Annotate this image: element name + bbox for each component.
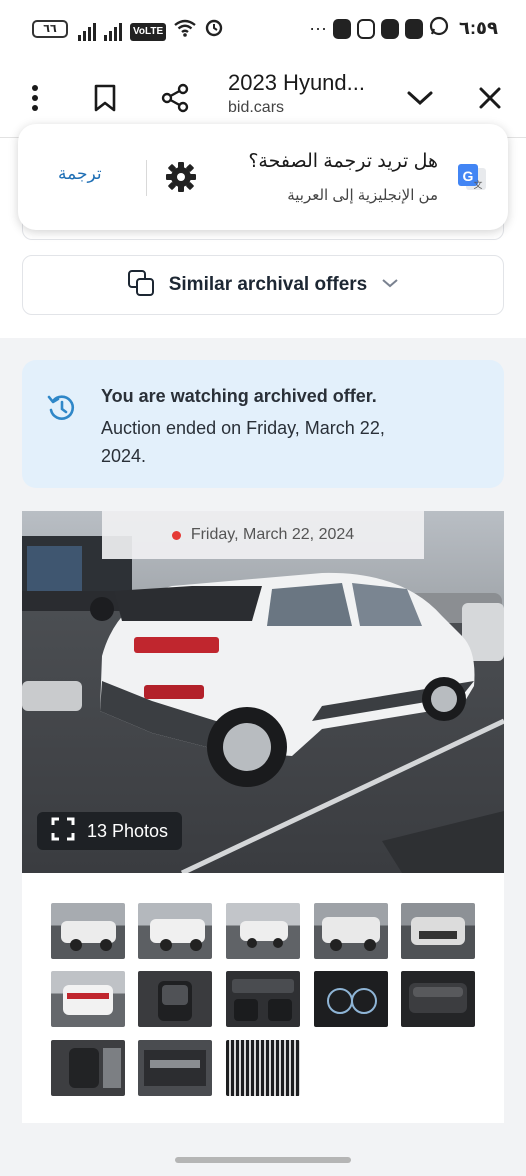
auction-date-pill: Friday, March 22, 2024 [102, 511, 424, 559]
thumbnail[interactable] [314, 903, 388, 959]
close-icon[interactable] [468, 76, 512, 120]
bookmark-icon[interactable] [83, 76, 127, 120]
history-icon [46, 392, 78, 429]
chevron-down-icon[interactable] [398, 76, 442, 120]
thumbnail[interactable] [51, 971, 125, 1027]
signal-icon [78, 21, 96, 41]
notification-icons: ··· ٦:٥٩ [309, 16, 498, 41]
svg-text:G: G [463, 168, 474, 184]
thumbnail[interactable] [401, 903, 475, 959]
thumbnail[interactable] [401, 971, 475, 1027]
copy-icon [127, 269, 155, 302]
share-icon[interactable] [153, 76, 197, 120]
thumbnail-gallery [22, 873, 504, 1123]
thumbnail[interactable] [138, 1040, 212, 1096]
auction-date: Friday, March 22, 2024 [190, 526, 355, 543]
youtube-icon [381, 18, 400, 39]
archived-offer-notice: You are watching archived offer. Auction… [22, 360, 504, 488]
google-translate-icon: G 文 [456, 162, 488, 194]
svg-text:文: 文 [473, 179, 482, 191]
thumbnail[interactable] [226, 903, 300, 959]
translate-languages: من الإنجليزية إلى العربية [287, 187, 438, 204]
status-bar: ٦٦ VoLTE ··· ٦:٥٩ [0, 0, 526, 62]
connectivity-icons: VoLTE [78, 17, 224, 41]
thumbnail[interactable] [51, 903, 125, 959]
similar-archival-offers-label: Similar archival offers [168, 274, 368, 295]
volte-badge: VoLTE [130, 23, 167, 41]
thumbnail[interactable] [138, 971, 212, 1027]
translate-popup: ترجمة هل تريد ترجمة الصفحة؟ من الإنجليزي… [18, 124, 508, 230]
gear-icon[interactable] [164, 160, 198, 199]
home-indicator [175, 1157, 351, 1163]
photos-count-label: 13 Photos [87, 820, 169, 841]
page-title: 2023 Hyund... [228, 70, 365, 95]
battery-indicator: ٦٦ [32, 20, 68, 38]
similar-archival-offers-button[interactable]: Similar archival offers [22, 255, 504, 315]
thumbnail[interactable] [226, 971, 300, 1027]
fullscreen-icon [51, 817, 75, 846]
photos-count-button[interactable]: 13 Photos [37, 812, 183, 850]
whatsapp-icon [429, 16, 449, 41]
menu-icon[interactable] [13, 76, 57, 120]
more-notifications-icon: ··· [309, 18, 328, 38]
thumbnail[interactable] [314, 971, 388, 1027]
thumbnail[interactable] [51, 1040, 125, 1096]
notice-body: Auction ended on Friday, March 22, 2024. [101, 418, 385, 466]
notice-title: You are watching archived offer. [101, 386, 377, 406]
translate-button[interactable]: ترجمة [58, 164, 102, 184]
alarm-icon [204, 17, 224, 41]
chevron-down-icon [381, 276, 399, 294]
thumbnail[interactable] [138, 903, 212, 959]
translate-question: هل تريد ترجمة الصفحة؟ [248, 151, 438, 172]
page-url: bid.cars [228, 99, 285, 116]
wifi-icon [174, 19, 196, 41]
status-dot [171, 530, 181, 540]
signal-icon [104, 21, 122, 41]
divider [146, 160, 147, 196]
clock: ٦:٥٩ [459, 18, 498, 38]
app-notification-icon [405, 18, 424, 39]
instagram-icon [357, 18, 376, 39]
app-notification-icon [333, 18, 352, 39]
thumbnail[interactable] [226, 1040, 300, 1096]
